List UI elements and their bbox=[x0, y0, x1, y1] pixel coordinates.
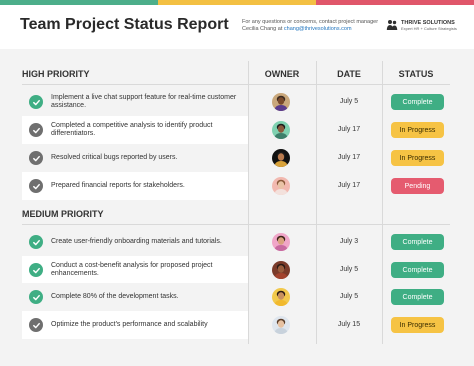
section-divider bbox=[22, 224, 450, 225]
column-header-status: STATUS bbox=[398, 69, 434, 79]
task-text: Prepared financial reports for stakehold… bbox=[51, 182, 185, 189]
status-badge: In Progress bbox=[391, 122, 444, 138]
page-title: Team Project Status Report bbox=[20, 16, 229, 33]
checkmark-icon bbox=[29, 151, 43, 165]
report-header: Team Project Status Report For any quest… bbox=[0, 5, 474, 49]
status-badge: Complete bbox=[391, 262, 444, 278]
status-badge: Complete bbox=[391, 289, 444, 305]
task-text: Complete 80% of the development tasks. bbox=[51, 293, 179, 300]
due-date: July 5 bbox=[339, 293, 359, 300]
due-date: July 17 bbox=[337, 154, 361, 161]
owner-avatar bbox=[272, 121, 290, 139]
contact-email-link[interactable]: chang@thrivesolutions.com bbox=[284, 26, 352, 32]
task-text: Completed a competitive analysis to iden… bbox=[51, 122, 213, 137]
task-text: Conduct a cost-benefit analysis for prop… bbox=[51, 262, 213, 277]
contact-name: Cecilia Chang at bbox=[242, 26, 284, 32]
checkmark-icon bbox=[29, 123, 43, 137]
contact-info: For any questions or concerns, contact p… bbox=[242, 19, 378, 33]
logo-name: THRIVE SOLUTIONS bbox=[401, 19, 455, 26]
task-text: Implement a live chat support feature fo… bbox=[51, 94, 237, 109]
checkmark-icon bbox=[29, 179, 43, 193]
task-row: Prepared financial reports for stakehold… bbox=[22, 172, 450, 200]
task-row: Optimize the product's performance and s… bbox=[22, 311, 450, 339]
checkmark-icon bbox=[29, 318, 43, 332]
task-row: Resolved critical bugs reported by users… bbox=[22, 144, 450, 172]
due-date: July 5 bbox=[339, 98, 359, 105]
column-header-date: DATE bbox=[337, 69, 361, 79]
task-description: Create user-friendly onboarding material… bbox=[51, 228, 243, 256]
due-date: July 3 bbox=[339, 238, 359, 245]
checkmark-icon bbox=[29, 235, 43, 249]
section-heading: MEDIUM PRIORITY bbox=[22, 209, 104, 219]
status-badge: In Progress bbox=[391, 317, 444, 333]
task-row: Create user-friendly onboarding material… bbox=[22, 228, 450, 256]
task-description: Completed a competitive analysis to iden… bbox=[51, 116, 243, 144]
task-text: Optimize the product's performance and s… bbox=[51, 321, 208, 328]
owner-avatar bbox=[272, 233, 290, 251]
due-date: July 15 bbox=[337, 321, 361, 328]
due-date: July 17 bbox=[337, 126, 361, 133]
owner-avatar bbox=[272, 93, 290, 111]
task-text: Create user-friendly onboarding material… bbox=[51, 238, 222, 245]
checkmark-icon bbox=[29, 95, 43, 109]
task-description: Prepared financial reports for stakehold… bbox=[51, 172, 243, 200]
section-heading: HIGH PRIORITY bbox=[22, 69, 90, 79]
task-description: Resolved critical bugs reported by users… bbox=[51, 144, 243, 172]
owner-avatar bbox=[272, 288, 290, 306]
owner-avatar bbox=[272, 149, 290, 167]
logo-tagline: Expert HR + Culture Strategists bbox=[401, 25, 457, 31]
company-logo: THRIVE SOLUTIONS Expert HR + Culture Str… bbox=[386, 19, 457, 31]
column-header-owner: OWNER bbox=[264, 69, 300, 79]
status-badge: Complete bbox=[391, 94, 444, 110]
header-divider bbox=[22, 84, 450, 85]
task-description: Optimize the product's performance and s… bbox=[51, 311, 243, 339]
checkmark-icon bbox=[29, 263, 43, 277]
owner-avatar bbox=[272, 177, 290, 195]
checkmark-icon bbox=[29, 290, 43, 304]
task-row: Completed a competitive analysis to iden… bbox=[22, 116, 450, 144]
status-badge: Pending bbox=[391, 178, 444, 194]
task-description: Implement a live chat support feature fo… bbox=[51, 88, 243, 116]
owner-avatar bbox=[272, 261, 290, 279]
contact-line: For any questions or concerns, contact p… bbox=[242, 19, 379, 25]
owner-avatar bbox=[272, 316, 290, 334]
task-row: Conduct a cost-benefit analysis for prop… bbox=[22, 256, 450, 284]
task-row: Implement a live chat support feature fo… bbox=[22, 88, 450, 116]
task-text: Resolved critical bugs reported by users… bbox=[51, 154, 178, 161]
status-badge: In Progress bbox=[391, 150, 444, 166]
task-description: Complete 80% of the development tasks. bbox=[51, 283, 243, 311]
task-row: Complete 80% of the development tasks. Ju… bbox=[22, 283, 450, 311]
due-date: July 17 bbox=[337, 182, 361, 189]
task-description: Conduct a cost-benefit analysis for prop… bbox=[51, 256, 243, 284]
people-logo-icon bbox=[386, 20, 398, 30]
contact-line: Cecilia Chang at chang@thrivesolutions.c… bbox=[242, 26, 378, 33]
status-badge: Complete bbox=[391, 234, 444, 250]
due-date: July 5 bbox=[339, 266, 359, 273]
